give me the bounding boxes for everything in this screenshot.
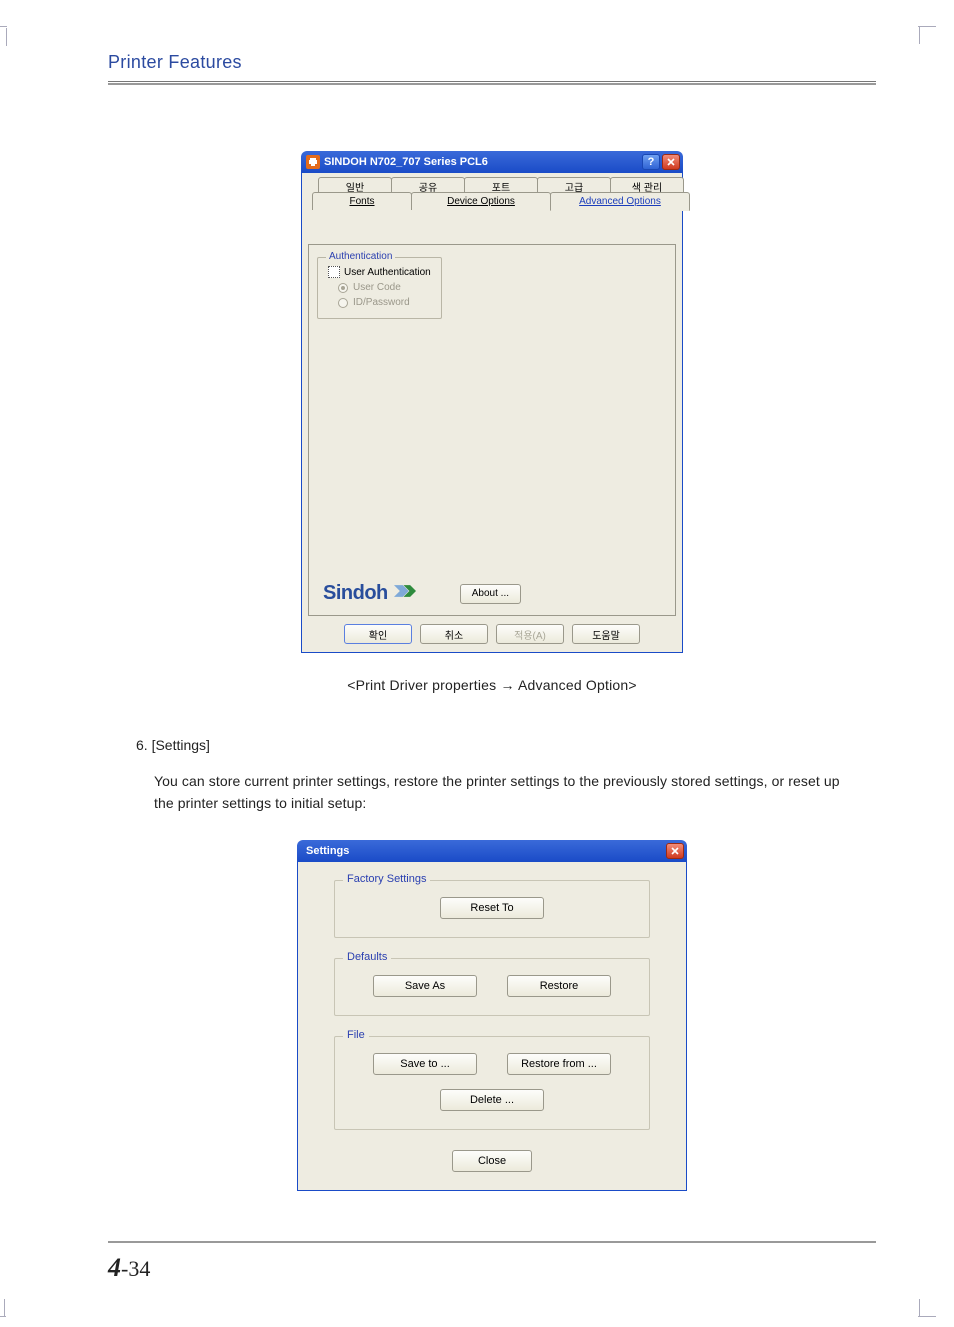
sindoh-logo-icon	[394, 584, 416, 603]
settings-titlebar: Settings	[297, 840, 687, 862]
help-button[interactable]: 도움말	[572, 624, 640, 644]
titlebar-close-button[interactable]	[662, 154, 680, 170]
printer-icon	[306, 155, 320, 169]
file-legend: File	[343, 1029, 369, 1041]
settings-close-icon-button[interactable]	[666, 843, 684, 859]
close-button[interactable]: Close	[452, 1150, 532, 1172]
radio-id-password[interactable]: ID/Password	[338, 297, 431, 308]
step-body: You can store current printer settings, …	[154, 771, 854, 814]
titlebar-help-button[interactable]: ?	[642, 154, 660, 170]
about-button[interactable]: About ...	[460, 584, 521, 604]
dialog-title: SINDOH N702_707 Series PCL6	[324, 156, 488, 168]
radio-user-code-label: User Code	[353, 282, 401, 293]
tab-panel: Authentication User Authentication User …	[308, 244, 676, 616]
delete-button[interactable]: Delete ...	[440, 1089, 544, 1111]
restore-from-button[interactable]: Restore from ...	[507, 1053, 611, 1075]
save-to-button[interactable]: Save to ...	[373, 1053, 477, 1075]
figure1-caption: <Print Driver properties → Advanced Opti…	[108, 677, 876, 693]
file-fieldset: File Save to ... Restore from ... Delete…	[334, 1036, 650, 1130]
settings-title: Settings	[302, 845, 349, 857]
tab-fonts[interactable]: Fonts	[312, 192, 412, 210]
page-number-value: 34	[128, 1256, 150, 1281]
tab-advanced-options[interactable]: Advanced Options	[550, 192, 690, 211]
radio-user-code[interactable]: User Code	[338, 282, 431, 293]
cancel-button[interactable]: 취소	[420, 624, 488, 644]
apply-button: 적용(A)	[496, 624, 564, 644]
radio-icon	[338, 298, 348, 308]
tab-device-options[interactable]: Device Options	[411, 192, 551, 210]
radio-id-password-label: ID/Password	[353, 297, 410, 308]
page-number: 4-34	[108, 1253, 150, 1283]
sindoh-logo-text: Sindoh	[323, 582, 388, 605]
footer-rule	[108, 1241, 876, 1243]
page-header-title: Printer Features	[108, 52, 876, 73]
step-heading: 6. [Settings]	[136, 737, 876, 753]
user-authentication-label: User Authentication	[344, 267, 431, 278]
user-authentication-checkbox[interactable]: User Authentication	[328, 266, 431, 278]
defaults-legend: Defaults	[343, 951, 391, 963]
restore-button[interactable]: Restore	[507, 975, 611, 997]
printer-properties-dialog: SINDOH N702_707 Series PCL6 ? 일반 공유 포트 고…	[301, 151, 683, 653]
reset-to-button[interactable]: Reset To	[440, 897, 544, 919]
tabs: 일반 공유 포트 고급 색 관리 Fonts Device Options Ad…	[308, 177, 676, 211]
header-rule	[108, 81, 876, 85]
dialog-titlebar: SINDOH N702_707 Series PCL6 ?	[301, 151, 683, 173]
chapter-number: 4	[108, 1253, 121, 1282]
factory-settings-legend: Factory Settings	[343, 873, 430, 885]
save-as-button[interactable]: Save As	[373, 975, 477, 997]
authentication-legend: Authentication	[326, 251, 395, 262]
defaults-fieldset: Defaults Save As Restore	[334, 958, 650, 1016]
settings-dialog: Settings Factory Settings Reset To Defau…	[297, 840, 687, 1191]
ok-button[interactable]: 확인	[344, 624, 412, 644]
factory-settings-fieldset: Factory Settings Reset To	[334, 880, 650, 938]
sindoh-logo: Sindoh	[323, 582, 416, 605]
radio-icon	[338, 283, 348, 293]
authentication-fieldset: Authentication User Authentication User …	[317, 257, 442, 319]
checkbox-icon	[328, 266, 340, 278]
